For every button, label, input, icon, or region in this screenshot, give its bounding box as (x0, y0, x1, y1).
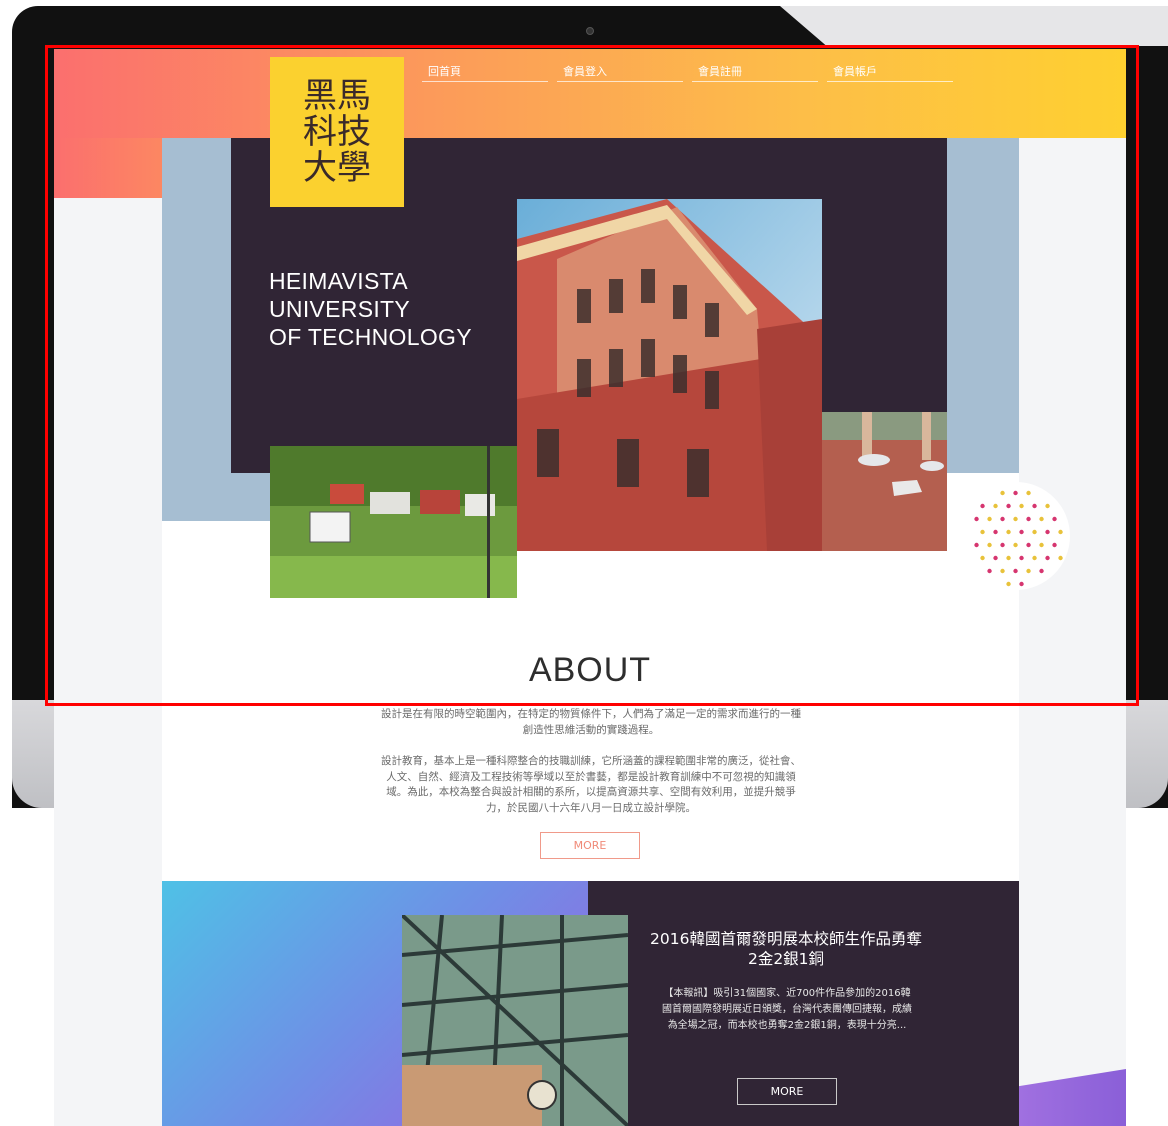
news-more-button[interactable]: MORE (737, 1078, 837, 1105)
purple-corner-accent (1019, 1069, 1126, 1126)
dot (1000, 490, 1005, 496)
about-more-button[interactable]: MORE (540, 832, 640, 859)
university-name: HEIMAVISTA UNIVERSITY OF TECHNOLOGY (269, 268, 472, 350)
dot (1058, 555, 1063, 561)
logo-text: 黑馬科技大學 (303, 76, 371, 188)
dot (1006, 555, 1011, 561)
dot (987, 568, 992, 574)
dot (993, 529, 998, 535)
about-heading: ABOUT (528, 651, 652, 689)
dot (993, 555, 998, 561)
dot (1026, 568, 1031, 574)
dot (1006, 581, 1011, 587)
dot (974, 516, 979, 522)
nav-item-home[interactable]: 回首頁 (422, 57, 548, 82)
dot (993, 503, 998, 509)
dot (1019, 529, 1024, 535)
decorative-dots (961, 481, 1071, 591)
dot (1026, 490, 1031, 496)
about-paragraph-2: 設計教育，基本上是一種科際整合的技職訓練，它所涵蓋的課程範圍非常的廣泛，從社會、… (381, 755, 801, 814)
campus-photo (270, 446, 517, 598)
dot (1045, 503, 1050, 509)
left-accent-band (54, 138, 162, 198)
dot (1019, 503, 1024, 509)
dot (980, 529, 985, 535)
dot (1039, 516, 1044, 522)
dot (1052, 516, 1057, 522)
dot (1032, 503, 1037, 509)
nav-item-account[interactable]: 會員帳戶 (827, 57, 953, 82)
dot (987, 516, 992, 522)
running-track-photo (822, 412, 947, 551)
dot (1006, 503, 1011, 509)
dot (1006, 529, 1011, 535)
dot (1039, 542, 1044, 548)
dot (1032, 529, 1037, 535)
dot (1045, 555, 1050, 561)
nav-item-register[interactable]: 會員註冊 (692, 57, 818, 82)
news-body: 【本報訊】吸引31個國家、近700件作品參加的2016韓國首爾國際發明展近日頒獎… (662, 988, 912, 1031)
dot (1026, 542, 1031, 548)
dot (987, 542, 992, 548)
screenshot-stage: 黑馬科技大學 回首頁 會員登入 會員註冊 會員帳戶 HEIMAVISTA UNI… (0, 0, 1168, 1126)
dot (1045, 529, 1050, 535)
website-screen: 黑馬科技大學 回首頁 會員登入 會員註冊 會員帳戶 HEIMAVISTA UNI… (54, 49, 1126, 1126)
dot (1019, 555, 1024, 561)
dot (1013, 516, 1018, 522)
dot (1000, 516, 1005, 522)
dot (1039, 568, 1044, 574)
dot (980, 503, 985, 509)
about-paragraph-1: 設計是在有限的時空範圍內，在特定的物質條件下，人們為了滿足一定的需求而進行的一種… (381, 708, 801, 736)
screen-glare (780, 6, 1168, 46)
dot (980, 555, 985, 561)
dot (1013, 490, 1018, 496)
dot (1058, 529, 1063, 535)
nav-item-login[interactable]: 會員登入 (557, 57, 683, 82)
top-navigation: 回首頁 會員登入 會員註冊 會員帳戶 (422, 57, 953, 82)
university-logo[interactable]: 黑馬科技大學 (270, 57, 404, 207)
dot (974, 542, 979, 548)
dot (1000, 568, 1005, 574)
dot (1032, 555, 1037, 561)
glass-roof-photo (402, 915, 628, 1126)
news-title[interactable]: 2016韓國首爾發明展本校師生作品勇奪2金2銀1銅 (650, 929, 922, 969)
dot (1052, 542, 1057, 548)
dot (1000, 542, 1005, 548)
dot (1013, 542, 1018, 548)
dot (1019, 581, 1024, 587)
dot (1026, 516, 1031, 522)
building-photo (517, 199, 822, 551)
webcam-icon (586, 27, 594, 35)
dot (1013, 568, 1018, 574)
